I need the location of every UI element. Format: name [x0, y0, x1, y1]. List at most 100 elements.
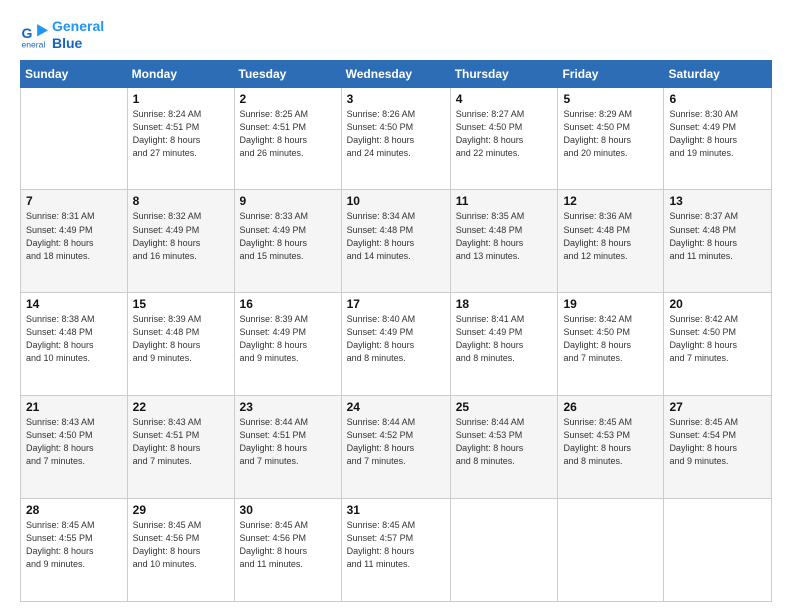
day-info: Sunrise: 8:44 AMSunset: 4:53 PMDaylight:…: [456, 416, 553, 468]
day-number: 25: [456, 400, 553, 414]
day-cell-24: 24 Sunrise: 8:44 AMSunset: 4:52 PMDayligh…: [341, 396, 450, 499]
day-info: Sunrise: 8:37 AMSunset: 4:48 PMDaylight:…: [669, 210, 766, 262]
day-info: Sunrise: 8:25 AMSunset: 4:51 PMDaylight:…: [240, 108, 336, 160]
day-info: Sunrise: 8:40 AMSunset: 4:49 PMDaylight:…: [347, 313, 445, 365]
day-cell-19: 19 Sunrise: 8:42 AMSunset: 4:50 PMDayligh…: [558, 293, 664, 396]
week-row-0: 1 Sunrise: 8:24 AMSunset: 4:51 PMDaylight…: [21, 87, 772, 190]
day-info: Sunrise: 8:39 AMSunset: 4:48 PMDaylight:…: [133, 313, 229, 365]
day-info: Sunrise: 8:45 AMSunset: 4:56 PMDaylight:…: [133, 519, 229, 571]
empty-cell: [558, 499, 664, 602]
day-number: 23: [240, 400, 336, 414]
day-cell-20: 20 Sunrise: 8:42 AMSunset: 4:50 PMDayligh…: [664, 293, 772, 396]
day-number: 31: [347, 503, 445, 517]
day-number: 17: [347, 297, 445, 311]
weekday-sunday: Sunday: [21, 60, 128, 87]
week-row-4: 28Sunrise: 8:45 AMSunset: 4:55 PMDayligh…: [21, 499, 772, 602]
day-cell-5: 5Sunrise: 8:29 AMSunset: 4:50 PMDaylight…: [558, 87, 664, 190]
day-number: 27: [669, 400, 766, 414]
day-info: Sunrise: 8:44 AMSunset: 4:52 PMDaylight:…: [347, 416, 445, 468]
day-number: 14: [26, 297, 122, 311]
day-cell-14: 14Sunrise: 8:38 AMSunset: 4:48 PMDayligh…: [21, 293, 128, 396]
day-number: 6: [669, 92, 766, 106]
day-number: 9: [240, 194, 336, 208]
day-cell-31: 31 Sunrise: 8:45 AMSunset: 4:57 PMDayligh…: [341, 499, 450, 602]
page: G eneral GeneralBlue SundayMondayTuesday…: [0, 0, 792, 612]
weekday-header-row: SundayMondayTuesdayWednesdayThursdayFrid…: [21, 60, 772, 87]
day-info: Sunrise: 8:42 AMSunset: 4:50 PMDaylight:…: [669, 313, 766, 365]
logo: G eneral GeneralBlue: [20, 18, 104, 52]
logo-icon: G eneral: [20, 21, 48, 49]
day-cell-30: 30 Sunrise: 8:45 AMSunset: 4:56 PMDayligh…: [234, 499, 341, 602]
day-number: 20: [669, 297, 766, 311]
weekday-tuesday: Tuesday: [234, 60, 341, 87]
weekday-friday: Friday: [558, 60, 664, 87]
day-cell-3: 3 Sunrise: 8:26 AMSunset: 4:50 PMDaylight…: [341, 87, 450, 190]
weekday-wednesday: Wednesday: [341, 60, 450, 87]
day-number: 24: [347, 400, 445, 414]
day-number: 19: [563, 297, 658, 311]
day-cell-22: 22 Sunrise: 8:43 AMSunset: 4:51 PMDayligh…: [127, 396, 234, 499]
day-cell-23: 23 Sunrise: 8:44 AMSunset: 4:51 PMDayligh…: [234, 396, 341, 499]
logo-name: GeneralBlue: [52, 18, 104, 52]
day-cell-26: 26 Sunrise: 8:45 AMSunset: 4:53 PMDayligh…: [558, 396, 664, 499]
day-cell-21: 21Sunrise: 8:43 AMSunset: 4:50 PMDayligh…: [21, 396, 128, 499]
empty-cell: [664, 499, 772, 602]
day-number: 21: [26, 400, 122, 414]
day-number: 29: [133, 503, 229, 517]
week-row-2: 14Sunrise: 8:38 AMSunset: 4:48 PMDayligh…: [21, 293, 772, 396]
day-info: Sunrise: 8:24 AMSunset: 4:51 PMDaylight:…: [133, 108, 229, 160]
day-info: Sunrise: 8:45 AMSunset: 4:53 PMDaylight:…: [563, 416, 658, 468]
empty-cell: [450, 499, 558, 602]
day-number: 8: [133, 194, 229, 208]
day-number: 18: [456, 297, 553, 311]
day-number: 30: [240, 503, 336, 517]
day-number: 26: [563, 400, 658, 414]
day-info: Sunrise: 8:31 AMSunset: 4:49 PMDaylight:…: [26, 210, 122, 262]
day-number: 1: [133, 92, 229, 106]
day-cell-25: 25 Sunrise: 8:44 AMSunset: 4:53 PMDayligh…: [450, 396, 558, 499]
day-info: Sunrise: 8:27 AMSunset: 4:50 PMDaylight:…: [456, 108, 553, 160]
day-cell-28: 28Sunrise: 8:45 AMSunset: 4:55 PMDayligh…: [21, 499, 128, 602]
day-info: Sunrise: 8:45 AMSunset: 4:57 PMDaylight:…: [347, 519, 445, 571]
day-info: Sunrise: 8:42 AMSunset: 4:50 PMDaylight:…: [563, 313, 658, 365]
week-row-1: 7Sunrise: 8:31 AMSunset: 4:49 PMDaylight…: [21, 190, 772, 293]
day-number: 22: [133, 400, 229, 414]
day-cell-11: 11 Sunrise: 8:35 AMSunset: 4:48 PMDayligh…: [450, 190, 558, 293]
day-number: 12: [563, 194, 658, 208]
week-row-3: 21Sunrise: 8:43 AMSunset: 4:50 PMDayligh…: [21, 396, 772, 499]
day-number: 13: [669, 194, 766, 208]
day-info: Sunrise: 8:33 AMSunset: 4:49 PMDaylight:…: [240, 210, 336, 262]
day-cell-29: 29 Sunrise: 8:45 AMSunset: 4:56 PMDayligh…: [127, 499, 234, 602]
day-number: 28: [26, 503, 122, 517]
day-cell-12: 12 Sunrise: 8:36 AMSunset: 4:48 PMDayligh…: [558, 190, 664, 293]
day-info: Sunrise: 8:26 AMSunset: 4:50 PMDaylight:…: [347, 108, 445, 160]
day-number: 2: [240, 92, 336, 106]
day-cell-2: 2 Sunrise: 8:25 AMSunset: 4:51 PMDaylight…: [234, 87, 341, 190]
header: G eneral GeneralBlue: [20, 18, 772, 52]
day-info: Sunrise: 8:29 AMSunset: 4:50 PMDaylight:…: [563, 108, 658, 160]
weekday-monday: Monday: [127, 60, 234, 87]
day-cell-6: 6 Sunrise: 8:30 AMSunset: 4:49 PMDaylight…: [664, 87, 772, 190]
day-cell-1: 1 Sunrise: 8:24 AMSunset: 4:51 PMDaylight…: [127, 87, 234, 190]
day-info: Sunrise: 8:30 AMSunset: 4:49 PMDaylight:…: [669, 108, 766, 160]
day-info: Sunrise: 8:35 AMSunset: 4:48 PMDaylight:…: [456, 210, 553, 262]
day-cell-10: 10Sunrise: 8:34 AMSunset: 4:48 PMDayligh…: [341, 190, 450, 293]
day-cell-13: 13 Sunrise: 8:37 AMSunset: 4:48 PMDayligh…: [664, 190, 772, 293]
day-info: Sunrise: 8:44 AMSunset: 4:51 PMDaylight:…: [240, 416, 336, 468]
calendar-table: SundayMondayTuesdayWednesdayThursdayFrid…: [20, 60, 772, 602]
svg-text:eneral: eneral: [22, 39, 46, 49]
day-number: 15: [133, 297, 229, 311]
day-info: Sunrise: 8:36 AMSunset: 4:48 PMDaylight:…: [563, 210, 658, 262]
day-cell-17: 17 Sunrise: 8:40 AMSunset: 4:49 PMDayligh…: [341, 293, 450, 396]
day-info: Sunrise: 8:43 AMSunset: 4:51 PMDaylight:…: [133, 416, 229, 468]
day-number: 11: [456, 194, 553, 208]
day-cell-16: 16Sunrise: 8:39 AMSunset: 4:49 PMDayligh…: [234, 293, 341, 396]
day-info: Sunrise: 8:45 AMSunset: 4:54 PMDaylight:…: [669, 416, 766, 468]
day-cell-18: 18Sunrise: 8:41 AMSunset: 4:49 PMDayligh…: [450, 293, 558, 396]
day-info: Sunrise: 8:45 AMSunset: 4:56 PMDaylight:…: [240, 519, 336, 571]
day-cell-15: 15 Sunrise: 8:39 AMSunset: 4:48 PMDayligh…: [127, 293, 234, 396]
day-number: 3: [347, 92, 445, 106]
day-cell-8: 8Sunrise: 8:32 AMSunset: 4:49 PMDaylight…: [127, 190, 234, 293]
empty-cell: [21, 87, 128, 190]
weekday-saturday: Saturday: [664, 60, 772, 87]
